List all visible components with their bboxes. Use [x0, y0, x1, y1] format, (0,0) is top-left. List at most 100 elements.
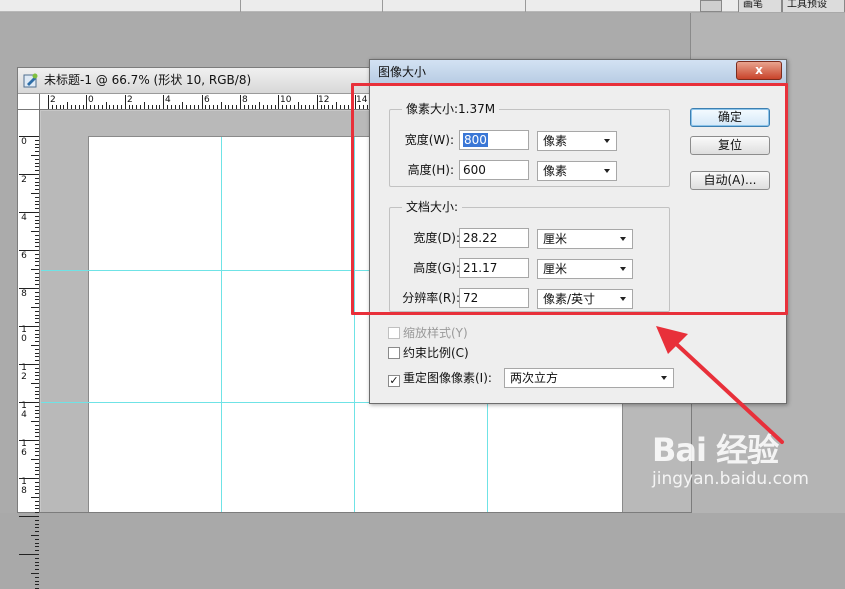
ruler-tick	[35, 291, 39, 293]
ruler-tick	[35, 223, 39, 225]
ruler-tick	[35, 219, 39, 221]
ruler-h-label: 2	[50, 95, 56, 105]
pixel-width-label: 宽度(W):	[404, 133, 454, 147]
resample-method-select[interactable]: 两次立方	[504, 368, 674, 388]
ruler-tick	[286, 105, 288, 109]
ruler-h-label: 8	[242, 95, 248, 105]
doc-width-input[interactable]: 28.22	[459, 228, 529, 248]
dialog-title-bar[interactable]: 图像大小	[370, 60, 786, 84]
ruler-tick	[35, 284, 39, 286]
ruler-tick	[31, 307, 39, 308]
ruler-tick	[147, 105, 149, 109]
ok-button[interactable]: 确定	[690, 108, 770, 127]
ruler-tick	[336, 102, 337, 109]
ruler-tick	[190, 105, 192, 109]
ruler-tick	[120, 105, 122, 109]
close-button[interactable]: x	[736, 61, 782, 80]
ruler-tick	[90, 105, 92, 109]
scale-styles-checkbox[interactable]: 缩放样式(Y)	[388, 325, 468, 341]
ruler-tick	[67, 102, 69, 109]
ruler-tick	[240, 95, 241, 109]
pixel-height-unit-select[interactable]: 像素	[537, 161, 617, 181]
constrain-proportions-checkbox[interactable]: 约束比例(C)	[388, 345, 469, 361]
ruler-tick	[82, 105, 84, 109]
ruler-tick	[35, 428, 39, 430]
doc-width-unit: 厘米	[543, 232, 568, 246]
ruler-tick	[35, 310, 39, 312]
ruler-tick	[35, 443, 39, 445]
ruler-tick	[35, 542, 39, 544]
ruler-tick	[351, 105, 353, 109]
ruler-tick	[35, 204, 39, 206]
ruler-tick	[297, 102, 299, 109]
ruler-tick	[35, 234, 39, 236]
ruler-tick	[228, 105, 230, 109]
auto-button[interactable]: 自动(A)...	[690, 171, 770, 190]
pixel-width-input[interactable]: 800	[459, 130, 529, 150]
ruler-tick	[35, 527, 39, 529]
doc-width-unit-select[interactable]: 厘米	[537, 229, 633, 249]
ok-label: 确定	[717, 110, 742, 124]
ruler-tick	[35, 170, 39, 172]
ruler-tick	[35, 500, 39, 502]
ruler-h-label: 4	[165, 95, 171, 105]
chevron-down-icon	[620, 267, 626, 271]
ruler-tick	[71, 105, 73, 109]
ruler-tick	[109, 105, 111, 109]
guide-vertical[interactable]	[354, 137, 355, 512]
ruler-tick	[247, 105, 249, 109]
ruler-tick	[35, 379, 39, 381]
pixel-width-unit-select[interactable]: 像素	[537, 131, 617, 151]
reset-button[interactable]: 复位	[690, 136, 770, 155]
ruler-tick	[355, 95, 357, 109]
ruler-tick	[35, 405, 39, 407]
pixel-width-value: 800	[463, 133, 488, 147]
ruler-tick	[205, 105, 207, 109]
ruler-tick	[124, 95, 126, 109]
vertical-ruler[interactable]: 0 2 4 6 8 1 0 1 2 1 4 1 6 1 8	[18, 110, 40, 589]
ruler-origin[interactable]	[18, 94, 40, 110]
guide-vertical[interactable]	[221, 137, 222, 512]
ruler-tick	[35, 200, 39, 202]
ruler-tick	[35, 352, 39, 354]
ruler-tick	[259, 102, 261, 109]
ruler-tick	[35, 189, 39, 191]
ruler-tick	[35, 227, 39, 229]
ruler-tick	[128, 105, 130, 109]
ruler-tick	[186, 105, 188, 109]
ruler-tick	[35, 424, 39, 426]
checkmark-icon: ✓	[388, 374, 400, 387]
ruler-tick	[35, 394, 39, 396]
ruler-tick	[178, 105, 180, 109]
resolution-unit-select[interactable]: 像素/英寸	[537, 289, 633, 309]
ruler-tick	[31, 535, 39, 536]
ruler-tick	[19, 364, 39, 365]
ruler-h-label: 2	[127, 95, 133, 105]
ruler-tick	[35, 337, 39, 339]
panel-icon[interactable]	[700, 0, 722, 12]
ruler-tick	[35, 185, 39, 187]
ruler-tick	[35, 576, 39, 578]
ruler-tick	[151, 105, 153, 109]
ruler-tick	[243, 105, 245, 109]
ruler-tick	[19, 516, 39, 517]
resample-checkbox[interactable]: ✓ 重定图像像素(I):	[388, 370, 492, 387]
ruler-tick	[59, 105, 61, 109]
tab-brush[interactable]: 画笔	[738, 0, 782, 12]
ruler-tick	[197, 105, 199, 109]
tab-tool-presets[interactable]: 工具预设	[782, 0, 845, 12]
resolution-label: 分辨率(R):	[402, 291, 460, 305]
ruler-tick	[35, 538, 39, 540]
image-size-dialog: 图像大小 x 像素大小:1.37M 宽度(W): 800 像素 高度(H): 6…	[369, 59, 787, 404]
ruler-tick	[55, 105, 57, 109]
resolution-input[interactable]: 72	[459, 288, 529, 308]
doc-height-unit-select[interactable]: 厘米	[537, 259, 633, 279]
ruler-tick	[35, 147, 39, 149]
ruler-tick	[74, 105, 76, 109]
ruler-tick	[19, 554, 39, 555]
ruler-tick	[35, 550, 39, 552]
ruler-h-label: 12	[318, 95, 330, 105]
ruler-tick	[144, 102, 145, 109]
doc-height-input[interactable]: 21.17	[459, 258, 529, 278]
pixel-height-input[interactable]: 600	[459, 160, 529, 180]
